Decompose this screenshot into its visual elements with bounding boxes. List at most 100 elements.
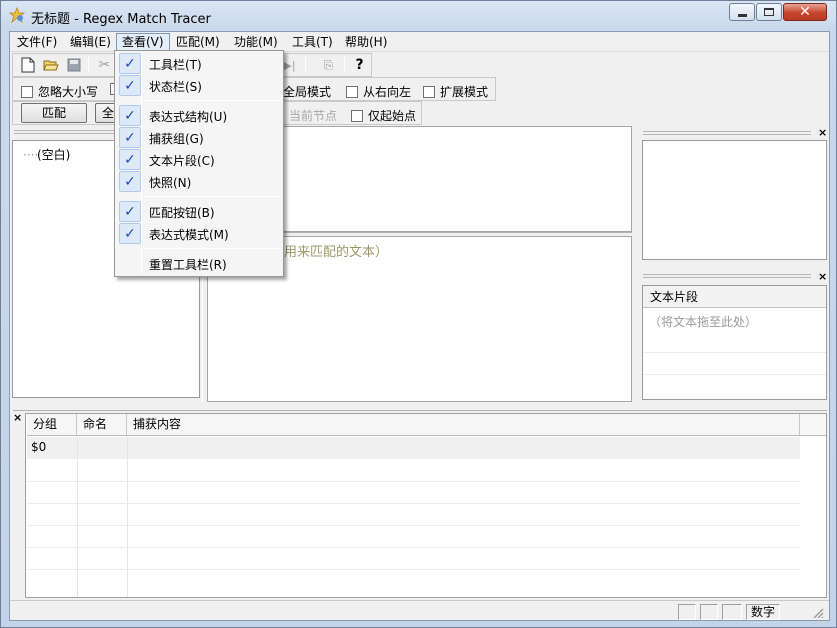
close-snippets-icon[interactable]: ×	[818, 271, 827, 282]
close-panel-icon[interactable]: ×	[818, 127, 827, 138]
menu-label: 状态栏(S)	[149, 80, 202, 94]
check-icon: ✓	[119, 171, 141, 192]
row-line	[27, 547, 800, 548]
row-line	[27, 569, 800, 570]
menu-toggle-expression-mode[interactable]: ✓ 表达式模式(M)	[117, 223, 281, 245]
tree-root-node[interactable]: (空白)	[37, 146, 70, 163]
table-row[interactable]: $0	[27, 437, 800, 459]
results-table-header: 分组 命名 捕获内容	[27, 414, 800, 436]
close-results-icon[interactable]: ×	[13, 412, 22, 423]
menu-toggle-text-snippets[interactable]: ✓ 文本片段(C)	[117, 149, 281, 171]
menu-toggle-expression-structure[interactable]: ✓ 表达式结构(U)	[117, 105, 281, 127]
status-bar: 数字	[10, 600, 829, 620]
snippets-grip[interactable]	[643, 274, 811, 278]
snippet-row-line	[643, 352, 826, 353]
scissors-icon: ✂	[98, 57, 111, 73]
title-bar[interactable]: 无标题 - Regex Match Tracer ✕	[1, 1, 836, 31]
menu-label: 文本片段(C)	[149, 154, 215, 168]
right-top-grip[interactable]	[643, 131, 811, 135]
save-button[interactable]	[63, 55, 84, 75]
results-header-filler	[800, 414, 826, 436]
ignore-case-option[interactable]: 忽略大小写	[21, 83, 98, 100]
menu-label: 匹配按钮(B)	[149, 206, 215, 220]
app-logo-icon	[8, 6, 26, 24]
extended-mode-label: 扩展模式	[440, 85, 489, 99]
menu-match[interactable]: 匹配(M)	[171, 33, 225, 51]
column-divider	[77, 437, 78, 597]
close-button[interactable]: ✕	[783, 3, 827, 21]
right-to-left-option[interactable]: 从右向左	[346, 83, 411, 100]
snapshot-button[interactable]: ⎘	[318, 55, 339, 75]
help-button[interactable]: ?	[349, 55, 370, 75]
menu-toggle-capture-groups[interactable]: ✓ 捕获组(G)	[117, 127, 281, 149]
help-icon: ?	[355, 57, 364, 73]
start-only-checkbox[interactable]	[351, 109, 363, 122]
extended-mode-checkbox[interactable]	[423, 85, 435, 98]
column-name[interactable]: 命名	[77, 414, 127, 435]
new-file-icon	[21, 57, 34, 73]
right-to-left-checkbox[interactable]	[346, 85, 358, 98]
check-icon: ✓	[119, 201, 141, 222]
menu-edit[interactable]: 编辑(E)	[65, 33, 116, 51]
results-splitter[interactable]	[13, 410, 827, 411]
menu-toggle-snapshot[interactable]: ✓ 快照(N)	[117, 171, 281, 193]
menu-toggle-toolbar[interactable]: ✓ 工具栏(T)	[117, 53, 281, 75]
global-mode-option[interactable]: 全局模式	[283, 83, 331, 100]
minimize-button[interactable]	[729, 3, 755, 21]
menu-tools[interactable]: 工具(T)	[287, 33, 338, 51]
menu-separator	[145, 248, 279, 249]
menu-separator	[145, 100, 279, 101]
menu-label: 快照(N)	[149, 176, 192, 190]
row-line	[27, 481, 800, 482]
ignore-case-checkbox[interactable]	[21, 85, 33, 98]
app-window: 无标题 - Regex Match Tracer ✕ 文件(F) 编辑(E) 查…	[0, 0, 837, 628]
global-mode-label: 全局模式	[283, 85, 332, 99]
close-icon: ✕	[799, 4, 811, 20]
snapshot-icon: ⎘	[323, 57, 334, 72]
check-icon: ✓	[119, 53, 141, 74]
menu-label: 捕获组(G)	[149, 132, 204, 146]
folder-open-icon	[42, 60, 59, 71]
snippets-panel[interactable]: 文本片段 （将文本拖至此处）	[642, 285, 827, 400]
menu-toggle-match-button[interactable]: ✓ 匹配按钮(B)	[117, 201, 281, 223]
menu-view[interactable]: 查看(V)	[116, 33, 170, 51]
toolbar-separator	[305, 57, 306, 73]
menu-help[interactable]: 帮助(H)	[340, 33, 392, 51]
maximize-icon	[764, 8, 774, 16]
column-capture[interactable]: 捕获内容	[127, 414, 800, 435]
menu-file[interactable]: 文件(F)	[12, 33, 62, 51]
new-file-button[interactable]	[17, 55, 38, 75]
current-node-option[interactable]: 当前节点	[289, 107, 337, 124]
check-icon: ✓	[119, 149, 141, 170]
column-group[interactable]: 分组	[27, 414, 77, 435]
snippets-header: 文本片段	[643, 286, 826, 308]
start-only-option[interactable]: 仅起始点	[351, 107, 416, 124]
check-icon: ✓	[119, 127, 141, 148]
capture-panel[interactable]	[642, 140, 827, 260]
menu-toggle-statusbar[interactable]: ✓ 状态栏(S)	[117, 75, 281, 97]
maximize-button[interactable]	[756, 3, 782, 21]
menu-separator	[145, 196, 279, 197]
status-numlock: 数字	[746, 604, 780, 620]
text-area-hint: 用来匹配的文本）	[284, 245, 389, 260]
toolbar-separator	[344, 57, 345, 73]
column-divider	[127, 437, 128, 597]
toolbar-separator	[88, 57, 89, 73]
minimize-icon	[737, 13, 747, 17]
menu-label: 工具栏(T)	[149, 58, 202, 72]
menu-label: 表达式模式(M)	[149, 228, 229, 242]
match-button[interactable]: 匹配	[21, 103, 87, 123]
menu-function[interactable]: 功能(M)	[229, 33, 283, 51]
current-node-label: 当前节点	[289, 109, 338, 123]
menu-reset-toolbar[interactable]: 重置工具栏(R)	[117, 253, 281, 275]
resize-grip-icon[interactable]	[810, 606, 824, 619]
extended-mode-option[interactable]: 扩展模式	[423, 83, 488, 100]
check-icon: ✓	[119, 105, 141, 126]
ignore-case-label: 忽略大小写	[38, 85, 99, 99]
open-file-button[interactable]	[40, 55, 61, 75]
save-icon	[67, 58, 80, 72]
view-menu-dropdown: ✓ 工具栏(T) ✓ 状态栏(S) ✓ 表达式结构(U) ✓ 捕获组(G) ✓ …	[114, 50, 284, 277]
row-line	[27, 525, 800, 526]
cut-button[interactable]: ✂	[94, 55, 115, 75]
status-scroll-indicator	[700, 604, 718, 620]
